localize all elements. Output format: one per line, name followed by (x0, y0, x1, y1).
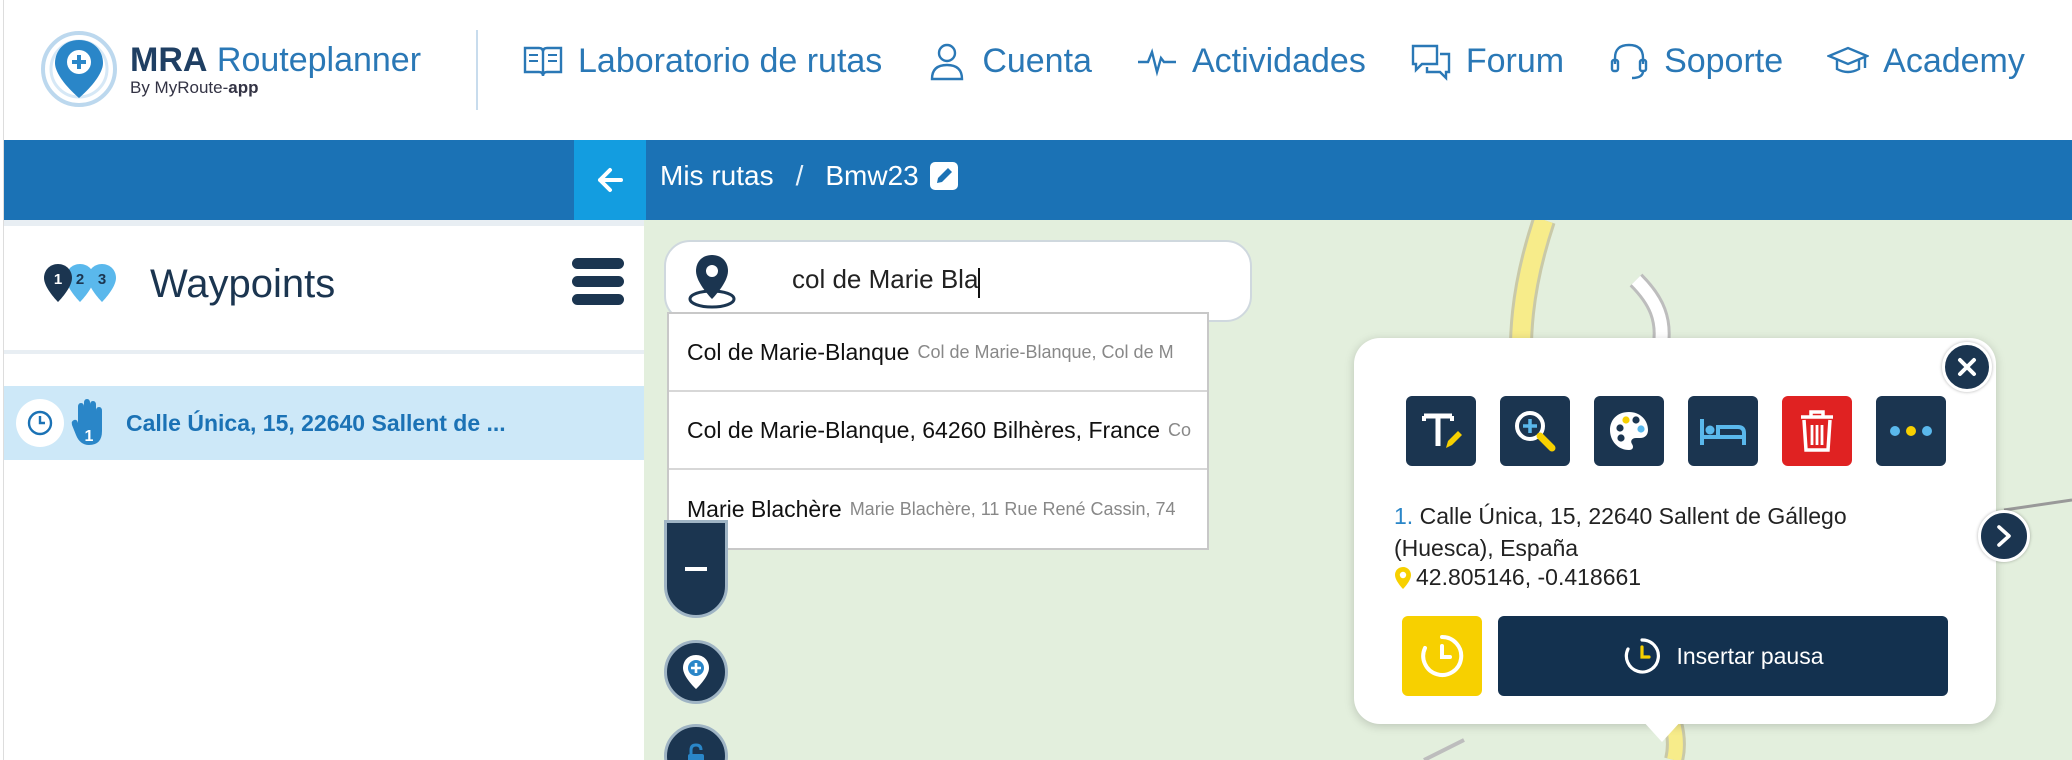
more-dots-icon (1890, 426, 1932, 436)
suggestion-item[interactable]: Marie Blachère Marie Blachère, 11 Rue Re… (669, 470, 1207, 548)
suggestion-item[interactable]: Col de Marie-Blanque Col de Marie-Blanqu… (669, 314, 1207, 392)
top-navigation: MRA Routeplanner By MyRoute-app Laborato… (4, 0, 2072, 140)
add-waypoint-button[interactable] (664, 640, 728, 704)
coordinates-text: 42.805146, -0.418661 (1416, 564, 1642, 590)
suggestion-title: Marie Blachère (687, 495, 842, 522)
waypoint-number: 1 (85, 428, 94, 445)
bed-icon (1700, 419, 1746, 445)
nav-label: Soporte (1664, 41, 1784, 80)
route-header-bar: Mis rutas / Bmw23 (4, 140, 2072, 220)
text-edit-icon (1422, 413, 1462, 448)
nav-label: Laboratorio de rutas (578, 41, 883, 80)
edit-icon[interactable] (929, 161, 959, 191)
text-cursor (978, 268, 981, 299)
waypoint-label: Calle Única, 15, 22640 Sallent de ... (126, 409, 506, 436)
add-location-icon (683, 655, 709, 689)
pause-timer-button[interactable] (1402, 616, 1482, 696)
suggestion-detail: Col de Marie-Blanque, Col de M (917, 341, 1174, 362)
popup-pointer (1642, 720, 1682, 742)
palette-icon (1610, 412, 1648, 450)
nav-label: Forum (1465, 41, 1565, 80)
delete-waypoint-button[interactable] (1782, 396, 1852, 466)
nav-label: Academy (1883, 41, 2025, 80)
chevron-right-icon (1997, 525, 2011, 547)
waypoints-sidebar: 1 2 3 Waypoints 1 Calle Única, 15, 22640… (4, 220, 644, 760)
logo-title: MRA Routeplanner (130, 40, 422, 79)
waypoint-hand-icon[interactable]: 1 (70, 397, 110, 449)
suggestion-detail: Marie Blachère, 11 Rue René Cassin, 74 (849, 498, 1176, 519)
book-icon (523, 46, 563, 77)
suggestion-detail: Co (1168, 419, 1192, 440)
next-waypoint-button[interactable] (1978, 510, 2030, 562)
waypoint-coordinates: 42.805146, -0.418661 (1394, 564, 1641, 591)
timer-icon (1421, 634, 1464, 677)
search-input[interactable]: col de Marie Bla (792, 264, 978, 294)
more-options-button[interactable] (1876, 396, 1946, 466)
hamburger-menu-icon[interactable] (572, 258, 624, 308)
graduation-cap-icon (1827, 46, 1870, 74)
minus-icon (685, 567, 707, 571)
waypoint-address: 1. Calle Única, 15, 22640 Sallent de Gál… (1394, 500, 1914, 564)
rename-waypoint-button[interactable] (1406, 396, 1476, 466)
zoom-to-waypoint-button[interactable] (1500, 396, 1570, 466)
waypoint-badges-icon: 1 2 3 (44, 264, 116, 302)
badge-2: 2 (76, 271, 84, 288)
close-icon (1958, 358, 1976, 376)
breadcrumb-route-name: Bmw23 (825, 160, 919, 191)
breadcrumb-separator: / (795, 160, 804, 191)
nav-menu: Laboratorio de rutas Cuenta Actividades … (522, 40, 2072, 82)
zoom-in-icon (1515, 411, 1556, 452)
waypoint-index: 1. (1394, 503, 1414, 529)
mra-logo[interactable]: MRA Routeplanner By MyRoute-app (34, 28, 421, 110)
breadcrumb-my-routes[interactable]: Mis rutas (660, 160, 774, 192)
breadcrumb: Mis rutas / Bmw23 (660, 160, 959, 192)
app-root: MRA Routeplanner By MyRoute-app Laborato… (0, 0, 2072, 760)
waypoints-title: Waypoints (150, 261, 336, 306)
nav-item-support[interactable]: Soporte (1608, 40, 1783, 82)
trash-icon (1801, 410, 1833, 452)
location-pin-icon (688, 255, 736, 309)
zoom-out-button[interactable] (664, 520, 728, 618)
badge-1: 1 (54, 271, 62, 288)
activity-icon (1137, 48, 1176, 77)
nav-item-route-lab[interactable]: Laboratorio de rutas (522, 40, 882, 82)
nav-item-academy[interactable]: Academy (1827, 40, 2025, 82)
search-input-wrap: col de Marie Bla (766, 264, 981, 299)
logo-pin-icon (41, 31, 117, 107)
suggestion-title: Col de Marie-Blanque, 64260 Bilhères, Fr… (687, 416, 1161, 443)
sidebar-divider (4, 220, 644, 226)
waypoint-address-text: Calle Única, 15, 22640 Sallent de Gálleg… (1394, 503, 1847, 561)
waypoint-row[interactable]: 1 Calle Única, 15, 22640 Sallent de ... (4, 386, 644, 460)
headset-icon (1610, 43, 1648, 80)
nav-item-account[interactable]: Cuenta (926, 40, 1092, 82)
insert-pause-label: Insertar pausa (1676, 642, 1824, 669)
logo-subtitle: By MyRoute-app (130, 77, 259, 97)
waypoints-header: 1 2 3 Waypoints (40, 260, 335, 308)
nav-item-activities[interactable]: Actividades (1136, 40, 1366, 82)
chat-icon (1411, 44, 1451, 81)
arrow-left-icon (598, 168, 623, 192)
user-icon (931, 43, 964, 81)
nav-item-forum[interactable]: Forum (1410, 40, 1564, 82)
lock-icon (688, 743, 704, 760)
location-search[interactable]: col de Marie Bla (664, 240, 1252, 322)
nav-label: Cuenta (982, 41, 1092, 80)
logo-text: MRA Routeplanner By MyRoute-app (130, 41, 421, 98)
accommodation-button[interactable] (1688, 396, 1758, 466)
waypoint-color-button[interactable] (1594, 396, 1664, 466)
badge-3: 3 (98, 271, 106, 288)
suggestion-item[interactable]: Col de Marie-Blanque, 64260 Bilhères, Fr… (669, 392, 1207, 470)
nav-label: Actividades (1191, 41, 1366, 80)
search-suggestions: Col de Marie-Blanque Col de Marie-Blanqu… (667, 312, 1209, 550)
coordinates-pin-icon (1395, 566, 1411, 589)
nav-divider (476, 30, 478, 110)
back-button[interactable] (574, 140, 646, 220)
insert-pause-button[interactable]: Insertar pausa (1498, 616, 1948, 696)
close-popup-button[interactable] (1942, 342, 1992, 392)
timer-icon (1625, 638, 1661, 674)
sidebar-separator (4, 350, 644, 354)
suggestion-title: Col de Marie-Blanque (687, 338, 910, 365)
clock-icon[interactable] (16, 399, 64, 447)
